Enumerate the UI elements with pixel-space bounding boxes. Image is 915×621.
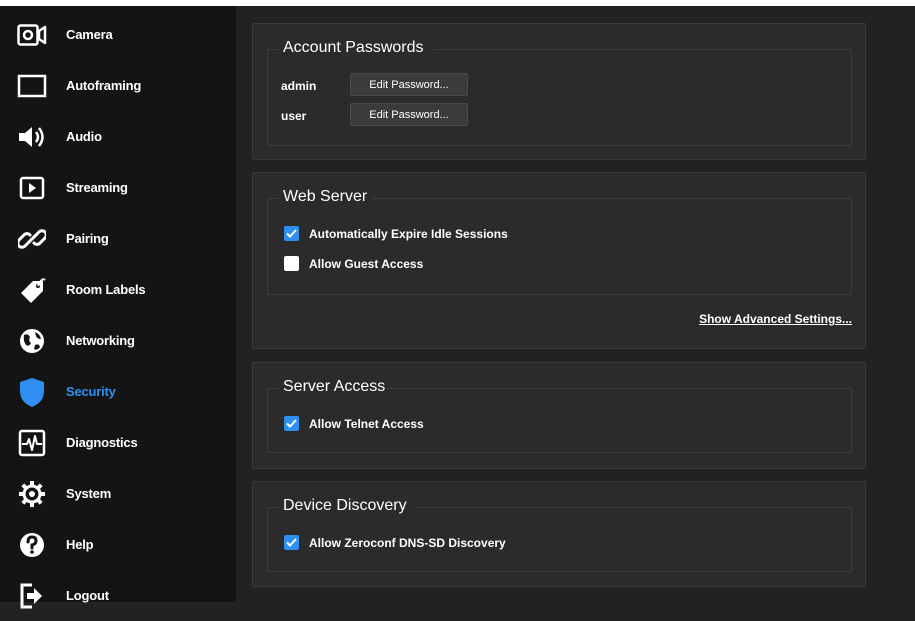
sidebar-item-audio[interactable]: Audio (0, 111, 236, 162)
sidebar-item-label: System (66, 486, 112, 501)
admin-label: admin (281, 79, 317, 93)
sidebar-item-label: Room Labels (66, 282, 146, 297)
section-title: Account Passwords (281, 39, 426, 57)
sidebar-item-label: Diagnostics (66, 435, 138, 450)
tag-icon (12, 270, 52, 310)
sidebar-item-label: Pairing (66, 231, 109, 246)
account-passwords-group: Account Passwords admin Edit Password...… (267, 39, 852, 146)
sidebar-item-networking[interactable]: Networking (0, 315, 236, 366)
zeroconf-discovery-label: Allow Zeroconf DNS-SD Discovery (309, 535, 506, 550)
camera-icon (12, 15, 52, 55)
sidebar-item-label: Help (66, 537, 94, 552)
admin-edit-password-button[interactable]: Edit Password... (350, 73, 468, 96)
sidebar-item-label: Audio (66, 129, 102, 144)
sidebar-item-diagnostics[interactable]: Diagnostics (0, 417, 236, 468)
section-title: Web Server (281, 188, 370, 206)
section-title: Device Discovery (281, 497, 409, 515)
globe-icon (12, 321, 52, 361)
play-icon (12, 168, 52, 208)
guest-access-checkbox[interactable] (284, 256, 299, 271)
shield-icon (12, 372, 52, 412)
sidebar-item-label: Networking (66, 333, 135, 348)
user-label: user (281, 109, 307, 123)
zeroconf-discovery-checkbox[interactable] (284, 535, 299, 550)
gear-icon (12, 474, 52, 514)
speaker-icon (12, 117, 52, 157)
user-edit-password-button[interactable]: Edit Password... (350, 103, 468, 126)
sidebar-item-streaming[interactable]: Streaming (0, 162, 236, 213)
expire-sessions-checkbox[interactable] (284, 226, 299, 241)
account-passwords-card: Account Passwords admin Edit Password...… (252, 23, 866, 160)
server-access-card: Server Access Allow Telnet Access (252, 362, 866, 469)
pulse-icon (12, 423, 52, 463)
sidebar-item-security[interactable]: Security (0, 366, 236, 417)
help-icon (12, 525, 52, 565)
zeroconf-discovery-option[interactable]: Allow Zeroconf DNS-SD Discovery (284, 535, 506, 550)
expire-sessions-label: Automatically Expire Idle Sessions (309, 226, 508, 241)
server-access-group: Server Access Allow Telnet Access (267, 378, 852, 453)
sidebar-item-help[interactable]: Help (0, 519, 236, 570)
sidebar-item-room-labels[interactable]: Room Labels (0, 264, 236, 315)
sidebar-item-system[interactable]: System (0, 468, 236, 519)
web-server-card: Web Server Automatically Expire Idle Ses… (252, 172, 866, 349)
guest-access-label: Allow Guest Access (309, 256, 424, 271)
sidebar-item-camera[interactable]: Camera (0, 9, 236, 60)
show-advanced-settings-link[interactable]: Show Advanced Settings... (699, 312, 852, 326)
sidebar-item-label: Logout (66, 588, 109, 603)
frame-icon (12, 66, 52, 106)
section-title: Server Access (281, 378, 388, 396)
sidebar-item-label: Security (66, 384, 116, 399)
sidebar-item-label: Streaming (66, 180, 128, 195)
main-content: Account Passwords admin Edit Password...… (236, 6, 915, 602)
sidebar-item-pairing[interactable]: Pairing (0, 213, 236, 264)
telnet-access-label: Allow Telnet Access (309, 416, 424, 431)
telnet-access-option[interactable]: Allow Telnet Access (284, 416, 424, 431)
sidebar-item-label: Camera (66, 27, 113, 42)
sidebar-item-label: Autoframing (66, 78, 142, 93)
telnet-access-checkbox[interactable] (284, 416, 299, 431)
device-discovery-group: Device Discovery Allow Zeroconf DNS-SD D… (267, 497, 852, 572)
expire-sessions-option[interactable]: Automatically Expire Idle Sessions (284, 226, 508, 241)
guest-access-option[interactable]: Allow Guest Access (284, 256, 423, 271)
sidebar-item-logout[interactable]: Logout (0, 570, 236, 621)
web-server-group: Web Server Automatically Expire Idle Ses… (267, 188, 852, 295)
logout-icon (12, 576, 52, 616)
device-discovery-card: Device Discovery Allow Zeroconf DNS-SD D… (252, 481, 866, 587)
sidebar: Camera Autoframing Audio Streaming Pairi… (0, 6, 236, 608)
link-icon (12, 219, 52, 259)
sidebar-item-autoframing[interactable]: Autoframing (0, 60, 236, 111)
